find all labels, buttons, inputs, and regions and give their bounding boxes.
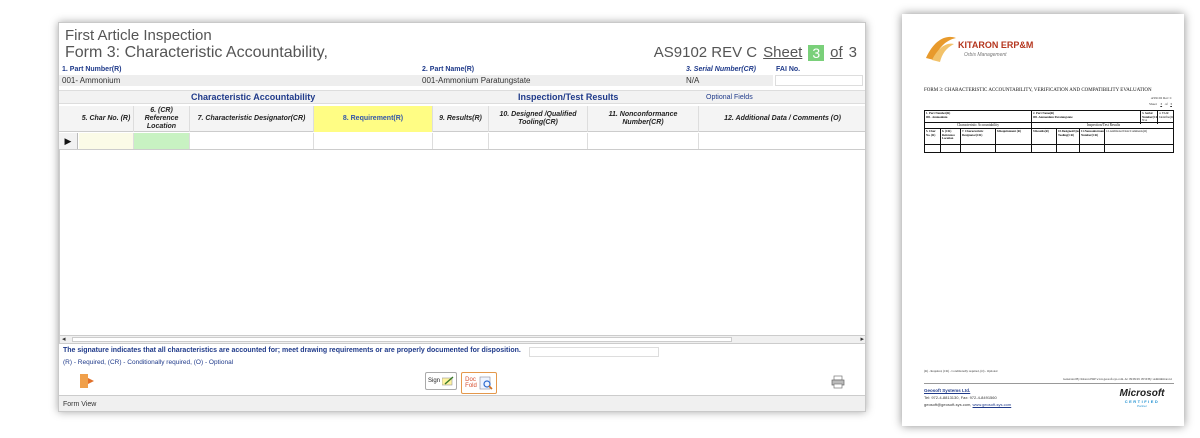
- serial-number-label: 3. Serial Number(CR): [686, 66, 757, 73]
- form-subtitle: Form 3: Characteristic Accountability,: [65, 44, 328, 61]
- doc-col-ref: 6. (CR) Reference Location: [941, 129, 961, 145]
- cell-characteristic-designator[interactable]: [190, 133, 314, 149]
- grid-empty-area[interactable]: [59, 150, 865, 335]
- column-header-tooling[interactable]: 10. Designed /Qualified Tooling(CR): [489, 106, 588, 132]
- column-header-requirement[interactable]: 8. Requirement(R): [314, 106, 433, 132]
- doc-col-nonconformance: 11.Nonconformance Number(CR): [1080, 129, 1105, 145]
- fai-no-field[interactable]: [775, 75, 863, 86]
- scrollbar-thumb[interactable]: [72, 337, 732, 342]
- part-number-label: 1. Part Number(R): [62, 66, 122, 73]
- doc-website-link[interactable]: www.geosoft-sys.com: [973, 402, 1012, 407]
- sheet-indicator: AS9102 REV C Sheet 3 of 3: [654, 44, 857, 61]
- scroll-left-icon[interactable]: ◂: [62, 335, 66, 343]
- doc-footer-legend: (R) - Required, (CR) - Conditionally req…: [924, 369, 998, 373]
- screenshot-stage: First Article Inspection Form 3: Charact…: [0, 0, 1200, 438]
- printer-icon[interactable]: [831, 375, 845, 389]
- inspection-results-heading: Inspection/Test Results: [518, 92, 619, 102]
- part-info-row: 1. Part Number(R) 001- Ammonium 2. Part …: [59, 65, 865, 87]
- column-header-char-no[interactable]: 5. Char No. (R): [79, 106, 134, 132]
- cell-results[interactable]: [433, 133, 489, 149]
- doc-company-phone: Tel: 972-4-8813130, Fax: 972-4-8491560: [924, 395, 997, 400]
- cell-reference-location[interactable]: [134, 133, 190, 149]
- row-selector-icon[interactable]: ▶: [59, 133, 78, 149]
- document-part-row: 1. Part Number(R) 001- Ammonium 2. Part …: [924, 110, 1174, 124]
- cell-nonconformance[interactable]: [588, 133, 699, 149]
- column-header-nonconformance[interactable]: 11. Nonconformance Number(CR): [588, 106, 699, 132]
- microsoft-certified-logo: Microsoft CERTIFIED Partner: [1119, 388, 1165, 408]
- document-heading: FORM 3: CHARACTERISTIC ACCOUNTABILITY, V…: [924, 88, 1152, 93]
- serial-number-field[interactable]: N/A: [683, 75, 773, 86]
- of-label: of: [830, 44, 843, 61]
- doc-fold-label: Doc Fold: [465, 377, 477, 389]
- signature-statement: The signature indicates that all charact…: [63, 347, 521, 354]
- cell-tooling[interactable]: [489, 133, 588, 149]
- characteristic-accountability-heading: Characteristic Accountability: [191, 92, 316, 102]
- doc-col-tooling: 10.Designed/Qualified Tooling(CR): [1057, 129, 1080, 145]
- sheet-label: Sheet: [763, 44, 803, 61]
- cell-char-no[interactable]: [79, 133, 134, 149]
- column-header-results[interactable]: 9. Results(R): [433, 106, 489, 132]
- logo-title: KITARON ERP&MES: [958, 40, 1034, 50]
- document-column-row: 5. Char No. (R) 6. (CR) Reference Locati…: [924, 129, 1174, 145]
- form-window: First Article Inspection Form 3: Charact…: [58, 22, 866, 412]
- legend-text: (R) - Required, (CR) - Conditionally req…: [63, 359, 234, 366]
- signature-field[interactable]: [529, 347, 659, 357]
- doc-col-comments: 12.Additional Data/Comments(O): [1106, 129, 1147, 133]
- doc-fold-button[interactable]: Doc Fold: [461, 372, 497, 394]
- column-header-reference-location[interactable]: 6. (CR) Reference Location: [134, 106, 190, 132]
- scroll-right-icon[interactable]: ▸: [860, 335, 864, 343]
- part-name-label: 2. Part Name(R): [422, 66, 475, 73]
- column-header-comments[interactable]: 12. Additional Data / Comments (O): [699, 106, 865, 132]
- logo-subtitle: Orbis Management: [964, 52, 1007, 58]
- document-sheet: Sheet 3 of 3: [1149, 102, 1172, 106]
- kitaron-logo: KITARON ERP&MES Orbis Management: [926, 36, 1034, 62]
- document-preview: KITARON ERP&MES Orbis Management FORM 3:…: [902, 14, 1184, 426]
- exit-door-icon[interactable]: [79, 373, 95, 389]
- part-number-field[interactable]: 001- Ammonium: [59, 75, 419, 86]
- standard-label: AS9102 REV C: [653, 44, 758, 61]
- pen-icon: [442, 376, 454, 386]
- section-band: Characteristic Accountability Inspection…: [59, 90, 865, 104]
- doc-col-char-no: 5. Char No. (R): [925, 129, 941, 145]
- column-header-row: 5. Char No. (R) 6. (CR) Reference Locati…: [59, 106, 865, 132]
- table-row: ▶: [59, 133, 865, 150]
- sign-button[interactable]: Sign: [425, 372, 457, 390]
- magnifier-icon: [479, 376, 493, 390]
- doc-company-contact: geosoft@geosoft-sys.com, www.geosoft-sys…: [924, 402, 1012, 407]
- column-header-characteristic-designator[interactable]: 7. Characteristic Designator(CR): [190, 106, 314, 132]
- status-bar: Form View: [59, 395, 865, 411]
- total-sheets: 3: [848, 44, 857, 61]
- cell-requirement[interactable]: [314, 133, 433, 149]
- horizontal-scrollbar[interactable]: ◂ ▸: [59, 335, 865, 344]
- doc-company-name: Geosoft Systems Ltd.: [924, 388, 971, 393]
- cell-comments[interactable]: [699, 133, 865, 149]
- doc-col-results: 9.Results(R): [1032, 129, 1057, 145]
- part-name-field[interactable]: 001-Ammonium Paratungstate: [419, 75, 683, 86]
- doc-col-requirement: 8.Requirement (R): [996, 129, 1032, 145]
- document-empty-row: [924, 145, 1174, 153]
- fai-no-label: FAI No.: [776, 66, 801, 73]
- sheet-number-field[interactable]: 3: [808, 44, 825, 61]
- sign-button-label: Sign: [427, 378, 440, 384]
- optional-fields-heading: Optional Fields: [706, 94, 753, 101]
- doc-footer-divider: [924, 383, 1174, 384]
- doc-col-designator: 7. Characteristic Designator(CR): [961, 129, 996, 145]
- document-revision: AS9102 Rev C: [1150, 96, 1172, 100]
- doc-footer-generated: Generated By Kitaron ERP www.geosoft-sys…: [1063, 377, 1172, 381]
- form-title: First Article Inspection: [65, 27, 212, 44]
